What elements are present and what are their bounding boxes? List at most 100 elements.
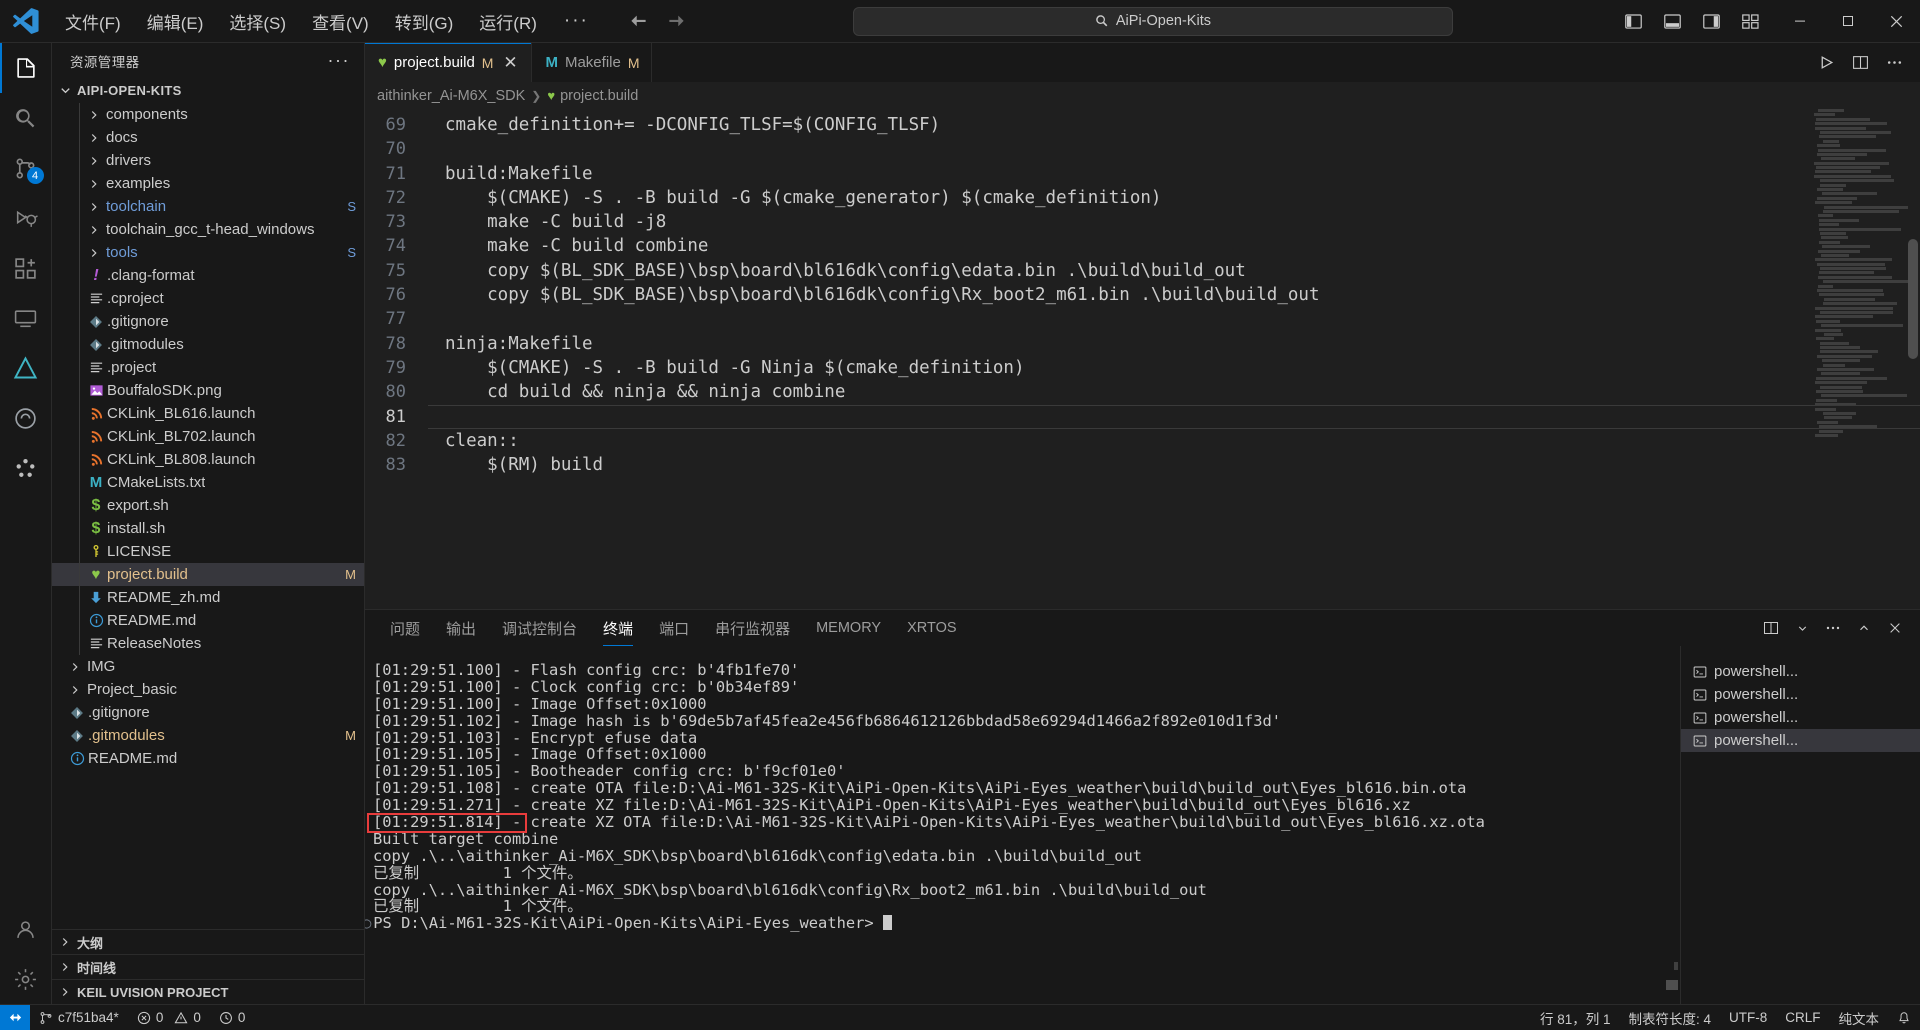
- tree-item-.gitignore[interactable]: .gitignore: [52, 310, 364, 333]
- tree-item-project_basic[interactable]: Project_basic: [52, 678, 364, 701]
- terminal-list-item[interactable]: powershell...: [1681, 683, 1920, 706]
- menu-go[interactable]: 转到(G): [382, 5, 467, 38]
- split-terminal-icon[interactable]: [1756, 614, 1786, 642]
- minimap[interactable]: [1814, 109, 1906, 609]
- status-problems[interactable]: 0 0: [128, 1005, 210, 1030]
- tree-item-cklink_bl616.launch[interactable]: CKLink_BL616.launch: [52, 402, 364, 425]
- panel-tab-3[interactable]: 终端: [590, 610, 646, 646]
- maximize-panel-icon[interactable]: [1849, 614, 1879, 642]
- activity-remote-explorer[interactable]: [0, 293, 52, 343]
- tree-item-install.sh[interactable]: $ install.sh: [52, 517, 364, 540]
- terminal-list-item[interactable]: powershell...: [1681, 706, 1920, 729]
- activity-extensions[interactable]: [0, 243, 52, 293]
- breadcrumb-item-folder[interactable]: aithinker_Ai-M6X_SDK: [377, 88, 525, 104]
- tree-item-.cproject[interactable]: .cproject: [52, 287, 364, 310]
- terminal-scrollbar-secondary[interactable]: [1674, 962, 1678, 970]
- section-timeline[interactable]: 时间线: [52, 954, 364, 979]
- explorer-root-row[interactable]: AIPI-OPEN-KITS: [52, 78, 364, 103]
- menu-overflow-button[interactable]: ···: [550, 6, 603, 36]
- panel-tab-4[interactable]: 端口: [646, 610, 702, 646]
- activity-accounts[interactable]: [0, 904, 52, 954]
- activity-extension-pack[interactable]: [0, 443, 52, 493]
- panel-tab-5[interactable]: 串行监视器: [702, 610, 803, 646]
- tree-item-.clang-format[interactable]: ! .clang-format: [52, 264, 364, 287]
- customize-layout-icon[interactable]: [1732, 6, 1768, 36]
- tree-item-docs[interactable]: docs: [52, 126, 364, 149]
- terminal-scrollbar-thumb[interactable]: [1666, 980, 1678, 990]
- activity-explorer[interactable]: [0, 43, 52, 93]
- more-actions-icon[interactable]: [1818, 614, 1848, 642]
- status-ports[interactable]: 0: [210, 1005, 255, 1030]
- editor-vertical-scrollbar[interactable]: [1906, 109, 1920, 609]
- code-editor[interactable]: 69 cmake_definition+= -DCONFIG_TLSF=$(CON…: [365, 109, 1920, 609]
- tree-item-components[interactable]: components: [52, 103, 364, 126]
- activity-source-control[interactable]: 4: [0, 143, 52, 193]
- panel-tab-1[interactable]: 输出: [433, 610, 489, 646]
- toggle-panel-icon[interactable]: [1654, 6, 1690, 36]
- tree-item-cklink_bl702.launch[interactable]: CKLink_BL702.launch: [52, 425, 364, 448]
- go-forward-icon[interactable]: [663, 7, 691, 35]
- run-icon[interactable]: [1810, 48, 1842, 78]
- breadcrumb-item-file[interactable]: ♥ project.build: [547, 88, 638, 104]
- tree-item-img[interactable]: IMG: [52, 655, 364, 678]
- terminal-list-item[interactable]: powershell...: [1681, 660, 1920, 683]
- status-language-mode[interactable]: 纯文本: [1830, 1005, 1889, 1030]
- panel-tab-2[interactable]: 调试控制台: [489, 610, 590, 646]
- tree-item-export.sh[interactable]: $ export.sh: [52, 494, 364, 517]
- activity-copilot-chat[interactable]: [0, 393, 52, 443]
- activity-search[interactable]: [0, 93, 52, 143]
- status-indentation[interactable]: 制表符长度: 4: [1619, 1005, 1720, 1030]
- tree-item-examples[interactable]: examples: [52, 172, 364, 195]
- tree-item-readme.md[interactable]: README.md: [52, 609, 364, 632]
- tree-item-cklink_bl808.launch[interactable]: CKLink_BL808.launch: [52, 448, 364, 471]
- editor-tab-makefile[interactable]: M Makefile M: [532, 43, 651, 82]
- activity-run-and-debug[interactable]: [0, 193, 52, 243]
- scrollbar-thumb[interactable]: [1908, 239, 1918, 359]
- maximize-button[interactable]: [1824, 0, 1872, 43]
- tree-item-.project[interactable]: .project: [52, 356, 364, 379]
- tree-item-tools[interactable]: tools S: [52, 241, 364, 264]
- toggle-secondary-sidebar-icon[interactable]: [1693, 6, 1729, 36]
- activity-settings[interactable]: [0, 954, 52, 1004]
- minimize-button[interactable]: [1776, 0, 1824, 43]
- status-eol[interactable]: CRLF: [1776, 1005, 1829, 1030]
- section-outline[interactable]: 大纲: [52, 929, 364, 954]
- menu-edit[interactable]: 编辑(E): [134, 5, 217, 38]
- panel-tab-6[interactable]: MEMORY: [803, 610, 894, 646]
- go-back-icon[interactable]: [625, 7, 653, 35]
- status-branch[interactable]: c7f51ba4*: [30, 1005, 128, 1030]
- tree-item-.gitmodules[interactable]: .gitmodules M: [52, 724, 364, 747]
- tree-item-readme_zh.md[interactable]: README_zh.md: [52, 586, 364, 609]
- tree-item-license[interactable]: LICENSE: [52, 540, 364, 563]
- status-notifications[interactable]: [1888, 1005, 1920, 1030]
- file-tree[interactable]: components docs drivers examples toolchain S t…: [52, 103, 364, 929]
- tree-item-project.build[interactable]: ♥ project.build M: [52, 563, 364, 586]
- section-keil-uvision-project[interactable]: KEIL UVISION PROJECT: [52, 979, 364, 1004]
- explorer-more-actions-button[interactable]: ···: [322, 50, 356, 71]
- menu-file[interactable]: 文件(F): [52, 5, 134, 38]
- tree-item-toolchain[interactable]: toolchain S: [52, 195, 364, 218]
- terminal-view[interactable]: [01:29:51.100] - Flash config crc: b'4fb…: [365, 646, 1680, 1004]
- tree-item-drivers[interactable]: drivers: [52, 149, 364, 172]
- status-encoding[interactable]: UTF-8: [1720, 1005, 1776, 1030]
- close-panel-icon[interactable]: [1880, 614, 1910, 642]
- panel-tab-7[interactable]: XRTOS: [894, 610, 969, 646]
- menu-view[interactable]: 查看(V): [299, 5, 382, 38]
- tree-item-readme.md[interactable]: README.md: [52, 747, 364, 770]
- menu-run[interactable]: 运行(R): [466, 5, 550, 38]
- tree-item-bouffalosdk.png[interactable]: BouffaloSDK.png: [52, 379, 364, 402]
- remote-indicator-icon[interactable]: [0, 1005, 30, 1030]
- editor-tab-projectbuild[interactable]: ♥ project.build M ✕: [365, 43, 532, 82]
- close-button[interactable]: [1872, 0, 1920, 43]
- toggle-primary-sidebar-icon[interactable]: [1615, 6, 1651, 36]
- tree-item-.gitmodules[interactable]: .gitmodules: [52, 333, 364, 356]
- split-editor-icon[interactable]: [1844, 48, 1876, 78]
- chevron-down-icon[interactable]: [1787, 614, 1817, 642]
- panel-tab-0[interactable]: 问题: [377, 610, 433, 646]
- terminal-list-item[interactable]: powershell...: [1681, 729, 1920, 752]
- status-cursor-position[interactable]: 行 81，列 1: [1531, 1005, 1620, 1030]
- terminal-tabs-list[interactable]: powershell... powershell... powershell... p…: [1680, 646, 1920, 1004]
- activity-platformio[interactable]: [0, 343, 52, 393]
- tree-item-releasenotes[interactable]: ReleaseNotes: [52, 632, 364, 655]
- close-tab-icon[interactable]: ✕: [500, 53, 520, 73]
